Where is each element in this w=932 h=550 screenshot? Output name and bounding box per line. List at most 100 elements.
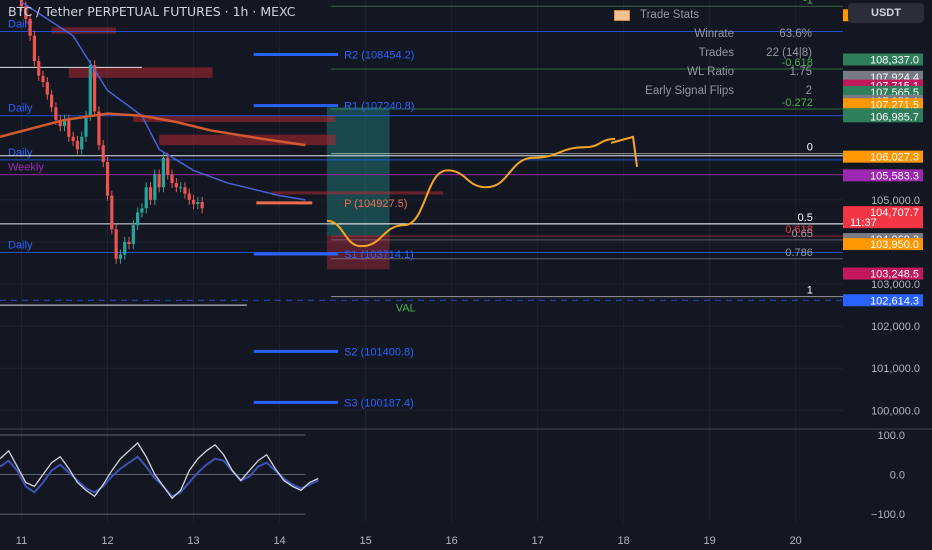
pivot-label: R1 (107240.8) <box>344 101 414 113</box>
candle-body <box>80 136 84 150</box>
osc-series-line <box>0 441 319 500</box>
stats-label: Early Signal Flips <box>645 84 734 97</box>
candle-body <box>71 136 75 141</box>
y-tick-label: 101,000.0 <box>871 363 920 375</box>
pivot-label: P (104927.5) <box>344 198 407 210</box>
oscillator-pane <box>0 434 319 515</box>
osc-y-tick-label: 0.0 <box>890 470 905 482</box>
price-tag-label: 106,985.7 <box>870 111 919 123</box>
candle-body <box>187 193 191 200</box>
candle-body <box>170 174 174 184</box>
x-tick-label: 12 <box>101 535 113 547</box>
stats-value: 22 (14|8) <box>766 46 812 59</box>
price-tag-label: 102,614.3 <box>870 295 919 307</box>
price-tags: 109,386.9108,337.0107,924.4107,715.1107,… <box>843 9 923 307</box>
stats-label: WL Ratio <box>687 65 734 78</box>
candle-body <box>191 199 196 205</box>
candle-body <box>153 174 157 200</box>
stats-row: WL Ratio 1.75 <box>600 62 832 81</box>
candle-body <box>174 183 178 188</box>
candle-body <box>179 187 183 189</box>
trade-stats-panel: Trade Stats Winrate 63.6% Trades 22 (14|… <box>600 6 832 100</box>
x-tick-label: 13 <box>187 535 199 547</box>
level-label: Weekly <box>8 162 44 174</box>
candle-body <box>157 174 161 188</box>
fib-label: 0 <box>807 142 813 154</box>
candle-body <box>105 162 110 196</box>
currency-button[interactable]: USDT <box>848 3 924 23</box>
candle-body <box>136 212 140 226</box>
level-label: VAL <box>396 302 416 314</box>
x-tick-label: 18 <box>618 535 630 547</box>
x-tick-label: 19 <box>704 535 716 547</box>
candle-body <box>118 254 123 259</box>
pivot-label: S3 (100187.4) <box>344 397 414 409</box>
stats-value: 63.6% <box>779 27 812 40</box>
candle-body <box>144 187 148 209</box>
time-axis[interactable]: 11 12 13 14 15 16 17 18 19 20 <box>16 535 802 547</box>
candle-body <box>200 201 204 209</box>
candle-body <box>131 225 135 245</box>
fib-label: 1 <box>807 285 813 297</box>
candle-body <box>88 65 92 116</box>
osc-y-tick-label: 100.0 <box>877 430 905 442</box>
level-label: Daily <box>8 239 33 251</box>
y-tick-label: 100,000.0 <box>871 405 920 417</box>
pivot-label: S2 (101400.8) <box>344 346 414 358</box>
osc-y-tick-label: −100.0 <box>871 509 905 521</box>
candle-body <box>41 75 45 83</box>
y-tick-label: 102,000.0 <box>871 321 920 333</box>
stats-value: 2 <box>805 84 812 97</box>
table-icon <box>614 9 630 21</box>
candle-body <box>114 229 118 259</box>
level-label: Daily <box>8 147 33 159</box>
y-tick-label: 103,000.0 <box>871 279 920 291</box>
candle-body <box>97 111 101 146</box>
price-tag-label: 103,950.0 <box>870 239 919 251</box>
fib-label: 0.65 <box>791 228 812 240</box>
candle-body <box>50 94 54 108</box>
y-tick-label: 105,000.0 <box>871 195 920 207</box>
x-tick-label: 16 <box>445 535 457 547</box>
candle-body <box>101 145 105 163</box>
price-tag-label: 108,337.0 <box>870 54 919 66</box>
fib-label: 0.5 <box>798 212 813 224</box>
fib-label: 0.786 <box>785 247 813 259</box>
x-tick-label: 17 <box>532 535 544 547</box>
candle-body <box>54 107 58 120</box>
candle-body <box>140 208 144 213</box>
pivot-label: R2 (108454.2) <box>344 50 414 62</box>
price-tag-label: 106,027.3 <box>870 152 919 164</box>
stats-value: 1.75 <box>789 65 812 78</box>
osc-series-line <box>0 455 319 498</box>
candle-body <box>196 201 200 205</box>
pivot-label: S1 (103714.1) <box>344 249 414 261</box>
long-profit-zone <box>326 107 390 236</box>
price-tag-countdown: 11:37 <box>850 217 877 229</box>
x-tick-label: 20 <box>790 535 802 547</box>
candle-body <box>161 157 166 188</box>
stats-row: Winrate 63.6% <box>600 24 832 43</box>
candle-body <box>123 241 127 255</box>
candle-body <box>28 18 32 36</box>
x-tick-label: 14 <box>273 535 285 547</box>
candle-body <box>110 195 114 230</box>
stats-row: Early Signal Flips 2 <box>600 81 832 100</box>
supply-zone <box>270 191 444 195</box>
candle-body <box>166 157 170 175</box>
candle-body <box>32 35 37 62</box>
symbol-title[interactable]: BTC / Tether PERPETUAL FUTURES · 1h · ME… <box>8 4 295 19</box>
candle-body <box>148 187 153 200</box>
stats-label: Winrate <box>694 27 734 40</box>
candle-body <box>183 187 187 194</box>
level-label: Daily <box>8 103 33 115</box>
candle-body <box>84 115 88 137</box>
x-tick-label: 11 <box>16 535 27 547</box>
trade-stats-title: Trade Stats <box>640 9 700 21</box>
trade-stats-header: Trade Stats <box>614 6 832 24</box>
stats-row: Trades 22 (14|8) <box>600 43 832 62</box>
candle-body <box>75 140 80 150</box>
price-tag-label: 104,707.7 <box>870 207 919 219</box>
price-tag-label: 103,248.5 <box>870 269 919 281</box>
candle-body <box>127 241 131 245</box>
